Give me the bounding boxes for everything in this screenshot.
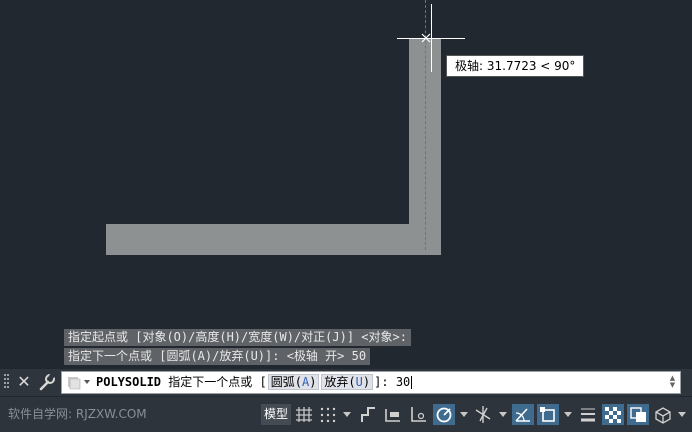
chevron-down-icon[interactable] [678, 412, 686, 417]
command-history-line: 指定下一个点或 [圆弧(A)/放弃(U)]: <极轴 开> 50 [64, 348, 371, 365]
wrench-icon[interactable] [37, 372, 57, 392]
command-prompt-text: 指定下一个点或 [ [161, 375, 267, 389]
command-input-value: 30 [395, 375, 411, 389]
command-input[interactable]: POLYSOLID 指定下一个点或 [圆弧(A) 放弃(U)]: 30 ▲ ▼ [61, 371, 681, 394]
watermark: 软件自学网: RJZXW.COM [8, 407, 147, 421]
option-arc-close: ) [309, 375, 317, 389]
osnap-icon[interactable] [537, 404, 559, 425]
polysolid-horizontal-segment [106, 224, 441, 255]
ortho-icon[interactable] [408, 404, 430, 425]
lineweight-icon[interactable] [577, 404, 599, 425]
history-scroll-icon[interactable]: ▲ ▼ [668, 375, 677, 390]
text-caret [411, 376, 413, 389]
3d-osnap-icon[interactable] [652, 404, 674, 425]
isodraft-icon[interactable] [472, 404, 494, 425]
polar-icon[interactable] [433, 404, 455, 425]
command-name: POLYSOLID [96, 375, 162, 389]
command-history-line: 指定起点或 [对象(O)/高度(H)/宽度(W)/对正(J)] <对象>: [64, 329, 411, 346]
option-undo-close: ) [362, 375, 371, 389]
drawing-canvas[interactable]: 极轴: 31.7723 < 90° 指定起点或 [对象(O)/高度(H)/宽度(… [0, 0, 692, 370]
infer-icon[interactable] [357, 404, 379, 425]
option-undo-label: 放弃( [324, 375, 356, 389]
grid-icon[interactable] [293, 404, 315, 425]
snap-icon[interactable] [317, 404, 339, 425]
transparency-icon[interactable] [602, 404, 624, 425]
option-arc[interactable]: 圆弧(A) [267, 374, 320, 390]
chevron-down-icon[interactable] [564, 412, 572, 417]
osnap-track-icon[interactable] [512, 404, 534, 425]
drag-handle-icon[interactable] [4, 374, 10, 390]
status-bar: 软件自学网: RJZXW.COM 模型 [0, 397, 692, 432]
polar-tooltip: 极轴: 31.7723 < 90° [446, 55, 585, 77]
chevron-down-icon[interactable] [499, 412, 507, 417]
selection-cycling-icon[interactable] [627, 404, 649, 425]
command-prompt: POLYSOLID 指定下一个点或 [圆弧(A) 放弃(U)]: 30 [96, 372, 413, 393]
command-prompt-suffix: ]: [374, 375, 396, 389]
recent-commands-icon[interactable] [65, 374, 93, 391]
chevron-down-icon[interactable] [460, 412, 468, 417]
command-line: ✕ POLYSOLID 指定下一个点或 [圆弧(A) 放弃(U)]: 30 ▲ ▼ [0, 369, 692, 396]
option-undo-key: U [355, 375, 363, 389]
option-undo[interactable]: 放弃(U) [321, 374, 374, 390]
crosshair-vertical [431, 4, 432, 72]
chevron-down-icon[interactable] [343, 412, 351, 417]
option-arc-label: 圆弧( [270, 375, 302, 389]
close-icon[interactable]: ✕ [15, 372, 33, 392]
polar-marker-icon [421, 33, 431, 43]
model-space-button[interactable]: 模型 [261, 404, 291, 425]
dynamic-input-icon[interactable] [382, 404, 404, 425]
